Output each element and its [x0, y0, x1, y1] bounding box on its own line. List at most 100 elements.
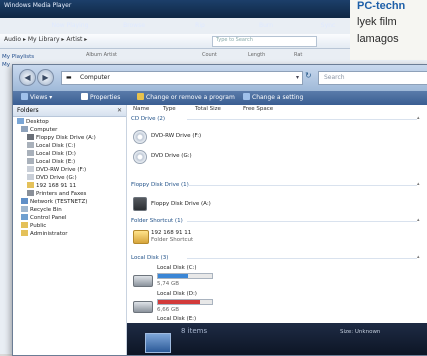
media-player-breadcrumb[interactable]: Audio ▸ My Library ▸ Artist ▸ [4, 36, 87, 43]
tree-disk-d[interactable]: Local Disk (D:) [27, 150, 76, 158]
column-total-size[interactable]: Total Size [195, 106, 221, 112]
item-disk-e[interactable]: Local Disk (E:) [157, 316, 196, 322]
sidebar-item-playlists[interactable]: My Playlists [2, 54, 34, 60]
folders-title: Folders [17, 107, 39, 114]
media-player-title: Windows Media Player [4, 2, 72, 9]
views-button[interactable]: Views ▾ [21, 91, 52, 105]
column-count[interactable]: Count [202, 52, 217, 58]
explorer-navbar: ◀ ▶ ▬ Computer ▾ ↻ Search [13, 65, 427, 91]
details-pane: 8 items Size: Unknown [127, 323, 427, 355]
refresh-icon[interactable]: ↻ [305, 71, 312, 80]
column-free-space[interactable]: Free Space [243, 106, 273, 112]
file-list: Name Type Total Size Free Space CD Drive… [127, 105, 427, 355]
user-folder-icon [21, 230, 28, 236]
dvd-icon [133, 150, 147, 164]
tree-recycle-bin[interactable]: Recycle Bin [21, 206, 62, 214]
tab-now-playing[interactable]: Now Playing [40, 20, 100, 32]
change-remove-program-button[interactable]: Change or remove a program [137, 91, 235, 105]
chevron-up-icon[interactable]: ▴ [417, 254, 420, 260]
explorer-window: ◀ ▶ ▬ Computer ▾ ↻ Search Views ▾ Proper… [12, 64, 427, 356]
chevron-up-icon[interactable]: ▴ [417, 181, 420, 187]
disk-d-free: 6,66 GB [157, 307, 180, 313]
tree-public[interactable]: Public [21, 222, 46, 230]
tree-dvd[interactable]: DVD Drive (G:) [27, 174, 77, 182]
folders-pane: Folders ✕ Desktop Computer Floppy Disk D… [13, 105, 127, 355]
floppy-icon [133, 197, 147, 211]
dvd-rw-icon [133, 130, 147, 144]
tree-control-panel[interactable]: Control Panel [21, 214, 66, 222]
properties-button[interactable]: Properties [81, 91, 120, 105]
folder-shortcut-icon [133, 230, 149, 244]
program-icon [137, 93, 144, 100]
command-bar: Views ▾ Properties Change or remove a pr… [13, 91, 427, 105]
back-button[interactable]: ◀ [19, 69, 36, 86]
group-divider [187, 258, 417, 259]
group-divider [187, 185, 417, 186]
tree-printers[interactable]: Printers and Faxes [27, 190, 86, 198]
column-rating[interactable]: Rat [294, 52, 302, 58]
column-length[interactable]: Length [248, 52, 265, 58]
change-setting-button[interactable]: Change a setting [243, 91, 303, 105]
item-disk-d[interactable]: Local Disk (D:) [157, 291, 197, 297]
media-player-search-input[interactable]: Type to Search [212, 36, 317, 47]
magazine-text: PC-techn lyek film lamagos [350, 0, 427, 60]
tree-computer[interactable]: Computer [21, 126, 57, 134]
printer-icon [27, 190, 34, 196]
folders-header: Folders ✕ [13, 105, 126, 117]
tree-floppy[interactable]: Floppy Disk Drive (A:) [27, 134, 96, 142]
folder-icon [27, 182, 34, 188]
address-text: Computer [80, 74, 110, 81]
media-player-tabs: Now Playing Browse Rip Burn Sync [40, 20, 360, 32]
magazine-line-2: lyek film [357, 16, 397, 28]
sidebar-item-my[interactable]: My [2, 62, 10, 68]
group-divider [187, 119, 417, 120]
column-album-artist[interactable]: Album Artist [86, 52, 117, 58]
disk-d-usage-fill [158, 300, 201, 304]
folders-pane-bottom [13, 323, 126, 355]
tree-disk-c[interactable]: Local Disk (C:) [27, 142, 76, 150]
tree-desktop[interactable]: Desktop [17, 118, 49, 126]
close-pane-icon[interactable]: ✕ [117, 105, 122, 116]
media-player-columns: Album Artist Count Length Rat [60, 52, 360, 62]
views-icon [21, 93, 28, 100]
tree-share[interactable]: 192 168 91 11 [27, 182, 76, 190]
tree-network[interactable]: Network (TESTNETZ) [21, 198, 87, 206]
column-type[interactable]: Type [163, 106, 176, 112]
search-input[interactable]: Search [318, 71, 427, 85]
disk-c-free: 5,74 GB [157, 281, 180, 287]
chevron-up-icon[interactable]: ▴ [417, 115, 420, 121]
column-name[interactable]: Name [133, 106, 149, 112]
properties-icon [81, 93, 88, 100]
tab-browse[interactable]: Browse [104, 20, 164, 32]
tab-burn[interactable]: Burn [236, 20, 296, 32]
item-share-name[interactable]: 192 168 91 11 [151, 230, 191, 236]
item-floppy[interactable]: Floppy Disk Drive (A:) [151, 201, 211, 207]
tab-sync[interactable]: Sync [298, 20, 358, 32]
chevron-up-icon[interactable]: ▴ [417, 217, 420, 223]
group-floppy[interactable]: Floppy Disk Drive (1) [131, 182, 189, 188]
group-local-disks[interactable]: Local Disk (3) [131, 255, 168, 261]
tree-dvdrw[interactable]: DVD-RW Drive (F:) [27, 166, 86, 174]
settings-icon [243, 93, 250, 100]
tab-rip[interactable]: Rip [170, 20, 230, 32]
media-player-toolbar: Audio ▸ My Library ▸ Artist ▸ Type to Se… [0, 34, 360, 49]
disk-c-usage-fill [158, 274, 188, 278]
address-bar[interactable]: ▬ Computer ▾ [61, 71, 303, 85]
tree-disk-e[interactable]: Local Disk (E:) [27, 158, 75, 166]
item-disk-c[interactable]: Local Disk (C:) [157, 265, 197, 271]
group-folder-shortcut[interactable]: Folder Shortcut (1) [131, 218, 183, 224]
group-cd-drives[interactable]: CD Drive (2) [131, 116, 165, 122]
chevron-down-icon[interactable]: ▾ [296, 72, 299, 84]
drive-icon [27, 142, 34, 148]
magazine-line-1: PC-techn [357, 0, 406, 12]
item-dvd-rw[interactable]: DVD-RW Drive (F:) [151, 133, 201, 139]
disc-icon [27, 174, 34, 180]
item-count: 8 items [181, 327, 208, 335]
floppy-icon [27, 134, 34, 140]
disk-c-icon [133, 275, 153, 287]
folder-icon [21, 222, 28, 228]
tree-administrator[interactable]: Administrator [21, 230, 68, 238]
forward-button[interactable]: ▶ [37, 69, 54, 86]
item-dvd[interactable]: DVD Drive (G:) [151, 153, 192, 159]
recycle-bin-icon [21, 206, 28, 212]
